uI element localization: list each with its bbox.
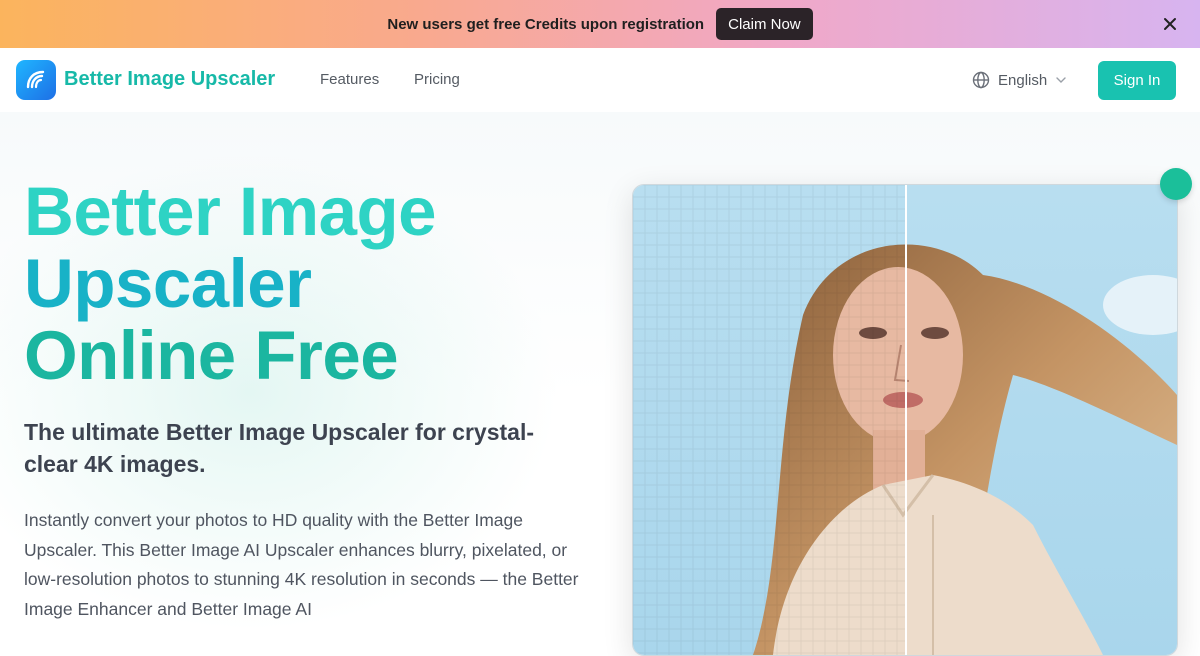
wave-logo-icon	[26, 70, 45, 89]
nav-link-features[interactable]: Features	[320, 71, 379, 88]
brand-name[interactable]: Better Image Upscaler	[64, 68, 275, 91]
right-eye	[921, 327, 949, 339]
banner-text: New users get free Credits upon registra…	[387, 15, 705, 33]
hero-title: Better Image Upscaler Online Free	[24, 176, 436, 392]
language-label: English	[998, 71, 1048, 89]
hero-title-line-1: Better Image	[24, 173, 436, 250]
announcement-banner: New users get free Credits upon registra…	[0, 0, 1200, 48]
hero-title-line-2: Upscaler	[24, 245, 312, 322]
brand-logo[interactable]	[16, 60, 56, 100]
chevron-down-icon	[1056, 77, 1066, 83]
top-navbar: Better Image Upscaler Features Pricing E…	[0, 48, 1200, 112]
nav-link-pricing[interactable]: Pricing	[414, 71, 460, 88]
comparison-image	[633, 185, 1177, 655]
globe-icon	[972, 71, 990, 89]
close-banner-button[interactable]	[1160, 14, 1180, 34]
hero-title-line-3: Online Free	[24, 317, 399, 394]
hero-subtitle: The ultimate Better Image Upscaler for c…	[24, 419, 534, 477]
sign-in-button[interactable]: Sign In	[1098, 61, 1176, 100]
before-after-comparison[interactable]	[632, 184, 1178, 656]
close-icon	[1164, 18, 1176, 30]
pixelation-overlay	[633, 185, 906, 655]
claim-now-button[interactable]: Claim Now	[716, 8, 813, 40]
hero-section: Better Image Upscaler Online Free The ul…	[0, 112, 1200, 656]
hero-description: Instantly convert your photos to HD qual…	[24, 510, 579, 619]
language-selector[interactable]: English	[972, 68, 1067, 92]
compare-slider-handle[interactable]	[1160, 168, 1192, 200]
